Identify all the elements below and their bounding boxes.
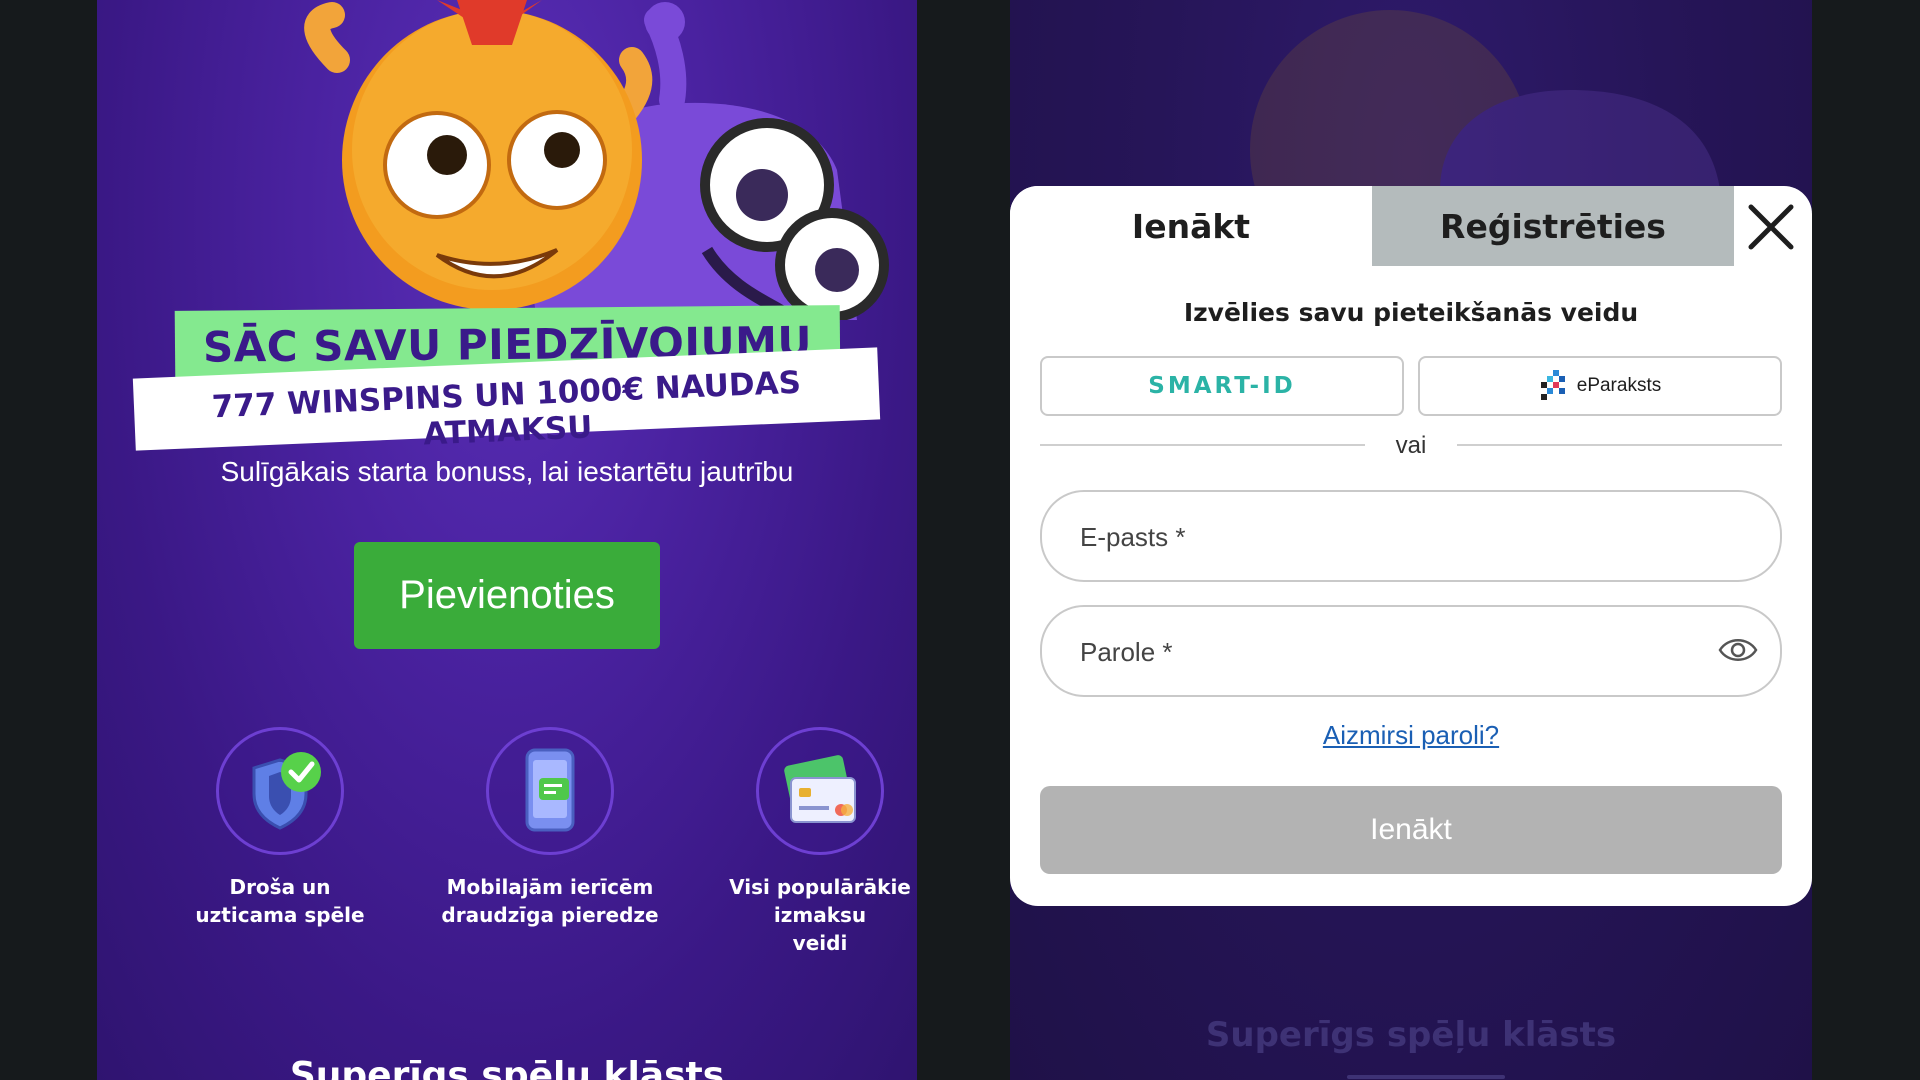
eparaksts-button[interactable]: eParaksts [1418,356,1782,416]
mascot-illustration [304,0,889,320]
promo-offer-text: 777 WINSPINS UN 1000€ NAUDAS ATMAKSU [211,364,802,453]
tab-login[interactable]: Ienākt [1010,186,1372,266]
dimmed-bar [1347,1075,1505,1079]
email-field[interactable] [1040,490,1782,582]
forgot-password-link[interactable]: Aizmirsi paroli? [1010,720,1812,751]
feature-payments-label-2: veidi [792,931,848,955]
smart-id-label: SMART-ID [1148,373,1296,399]
promo-panel: SĀC SAVU PIEDZĪVOJUMU AR 777 WINSPINS UN… [97,0,917,1080]
password-input[interactable] [1078,607,1682,697]
close-icon [1748,204,1794,250]
or-separator: vai [1395,432,1427,459]
smart-id-button[interactable]: SMART-ID [1040,356,1404,416]
eparaksts-label: eParaksts [1576,375,1662,396]
feature-secure-label-2: uzticama spēle [195,903,365,927]
feature-payments-label-1: Visi populārākie izmaksu [729,875,911,927]
feature-icon-circle [486,727,614,855]
tab-register[interactable]: Reģistrēties [1372,186,1734,266]
eparaksts-logo-icon [1540,370,1565,400]
login-method-title: Izvēlies savu pieteikšanās veidu [1183,298,1639,327]
mobile-phone-icon [525,748,575,832]
login-submit-button[interactable]: Ienākt [1040,786,1782,874]
games-section-heading: Superīgs spēļu klāsts [289,1055,725,1080]
close-button[interactable] [1745,201,1797,253]
feature-secure-label-1: Droša un [229,875,331,899]
shield-check-icon [252,752,321,830]
feature-mobile-label-2: draudzīga pieredze [441,903,659,927]
email-input[interactable] [1078,492,1682,582]
password-field[interactable] [1040,605,1782,697]
join-button[interactable]: Pievienoties [354,542,660,649]
login-modal: Ienākt Reģistrēties Izvēlies savu pietei… [1010,186,1812,906]
feature-icon-circle [216,727,344,855]
login-screen: Ienākt Reģistrēties Izvēlies savu pietei… [1010,0,1812,1080]
eye-icon[interactable] [1718,633,1758,667]
feature-icon-circle [756,727,884,855]
feature-mobile-label-1: Mobilajām ierīcēm [446,875,654,899]
feature-secure: Droša un uzticama spēle [145,727,415,929]
promo-subtitle: Sulīgākais starta bonuss, lai iestartētu… [220,456,794,487]
games-section-heading-dimmed: Superīgs spēļu klāsts [1205,1015,1617,1055]
feature-payments: Visi populārākie izmaksu veidi [685,727,917,957]
credit-card-icon [784,755,856,823]
feature-mobile: Mobilajām ierīcēm draudzīga pieredze [415,727,685,929]
mascot-illustration-dimmed [1250,10,1720,190]
